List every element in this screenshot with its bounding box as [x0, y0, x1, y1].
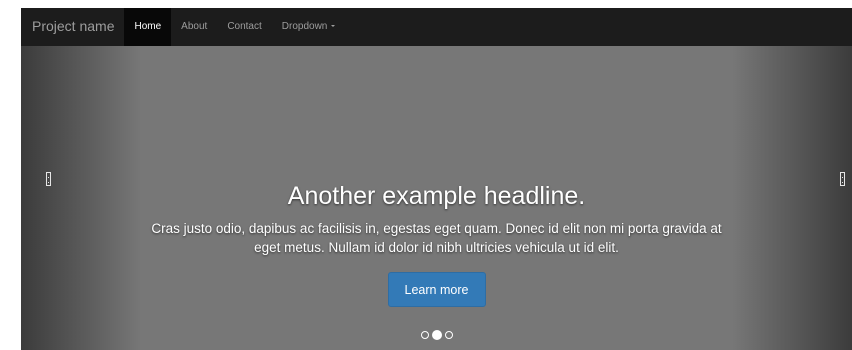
carousel-caption: Another example headline. Cras justo odi… [21, 181, 852, 307]
nav-item-label: About [181, 21, 208, 32]
carousel-indicator-1[interactable] [420, 331, 429, 339]
nav-item-contact[interactable]: Contact [217, 8, 271, 46]
nav-item-about[interactable]: About [171, 8, 217, 46]
page: Another example headline. Cras justo odi… [0, 0, 852, 350]
carousel: Another example headline. Cras justo odi… [21, 41, 852, 350]
carousel-indicators [21, 330, 852, 340]
nav-item-label: Dropdown [281, 21, 328, 32]
carousel-indicator-2[interactable] [431, 330, 442, 340]
caret-down-icon [331, 25, 336, 28]
nav-item-dropdown[interactable]: Dropdown [272, 8, 346, 46]
nav-item-home[interactable]: Home [124, 8, 172, 46]
navbar: Project name Home About Contact Dropdown [21, 8, 852, 46]
nav-item-label: Home [134, 21, 162, 32]
navbar-nav: Home About Contact Dropdown [124, 8, 345, 46]
learn-more-button[interactable]: Learn more [387, 272, 486, 307]
carousel-body-text: Cras justo odio, dapibus ac facilisis in… [151, 221, 722, 255]
carousel-headline: Another example headline. [287, 182, 586, 210]
navbar-brand[interactable]: Project name [21, 8, 124, 46]
carousel-indicator-3[interactable] [444, 331, 453, 339]
nav-item-label: Contact [227, 21, 262, 32]
